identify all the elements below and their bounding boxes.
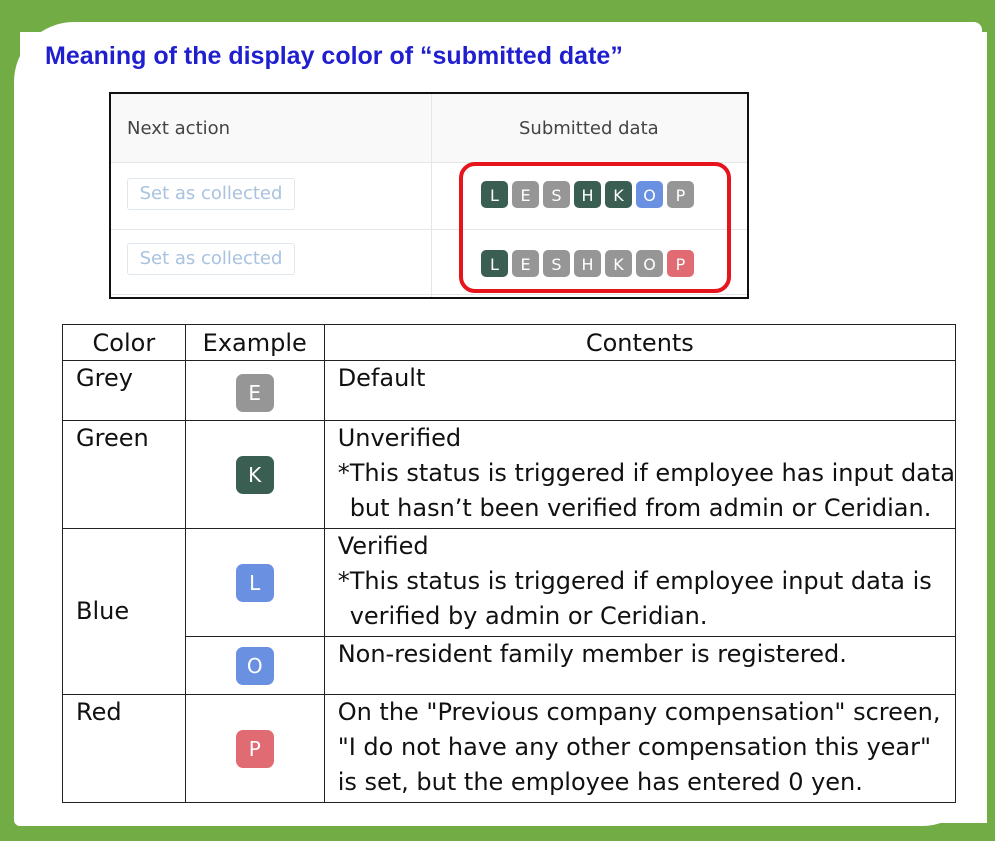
- color-name: Blue: [62, 528, 186, 695]
- contents-line: "I do not have any other compensation th…: [337, 733, 932, 761]
- contents-note: *This status is triggered if employee ha…: [337, 459, 955, 487]
- color-name: Grey: [62, 360, 186, 421]
- contents-line: Unverified: [337, 424, 462, 452]
- contents-line: Non-resident family member is registered…: [337, 640, 847, 668]
- highlight-box: [459, 162, 731, 293]
- example-chip: L: [235, 563, 274, 602]
- legend-row-blue-secondary: O Non-resident family member is register…: [63, 636, 957, 695]
- header-contents: Contents: [323, 324, 957, 361]
- color-name: Red: [62, 694, 186, 803]
- set-as-collected-button[interactable]: Set as collected: [127, 178, 295, 210]
- header-color: Color: [62, 324, 186, 361]
- contents-line: Default: [337, 364, 426, 392]
- set-as-collected-button[interactable]: Set as collected: [127, 243, 295, 275]
- contents-note: but hasn’t been verified from admin or C…: [349, 494, 932, 522]
- legend-row-grey: Grey E Default: [62, 360, 957, 421]
- frame-right-border: [987, 0, 995, 841]
- column-header-next-action: Next action: [127, 118, 231, 139]
- example-chip: P: [235, 729, 274, 768]
- example-chip: E: [235, 374, 274, 412]
- color-name: Green: [62, 420, 186, 529]
- contents-line: On the "Previous company compensation" s…: [337, 698, 941, 726]
- contents-line: is set, but the employee has entered 0 y…: [337, 768, 863, 796]
- legend-header-row: Color Example Contents: [62, 324, 957, 361]
- row-divider: [111, 294, 747, 295]
- color-legend-table: Color Example Contents Grey E Default Gr…: [62, 324, 957, 803]
- contents-note: *This status is triggered if employee in…: [337, 567, 932, 595]
- contents-note: verified by admin or Ceridian.: [349, 602, 708, 630]
- legend-row-blue: Blue L Verified *This status is triggere…: [62, 528, 957, 695]
- example-chip: O: [235, 646, 274, 685]
- legend-row-red: Red P On the "Previous company compensat…: [62, 694, 957, 803]
- example-chip: K: [235, 455, 274, 494]
- page-title: Meaning of the display color of “submitt…: [45, 42, 623, 70]
- column-divider: [431, 94, 432, 297]
- legend-row-green: Green K Unverified *This status is trigg…: [62, 420, 957, 529]
- column-header-submitted-data: Submitted data: [519, 118, 659, 139]
- header-example: Example: [184, 324, 325, 361]
- submitted-data-screenshot: Next action Submitted data Set as collec…: [109, 92, 749, 299]
- contents-line: Verified: [337, 532, 429, 560]
